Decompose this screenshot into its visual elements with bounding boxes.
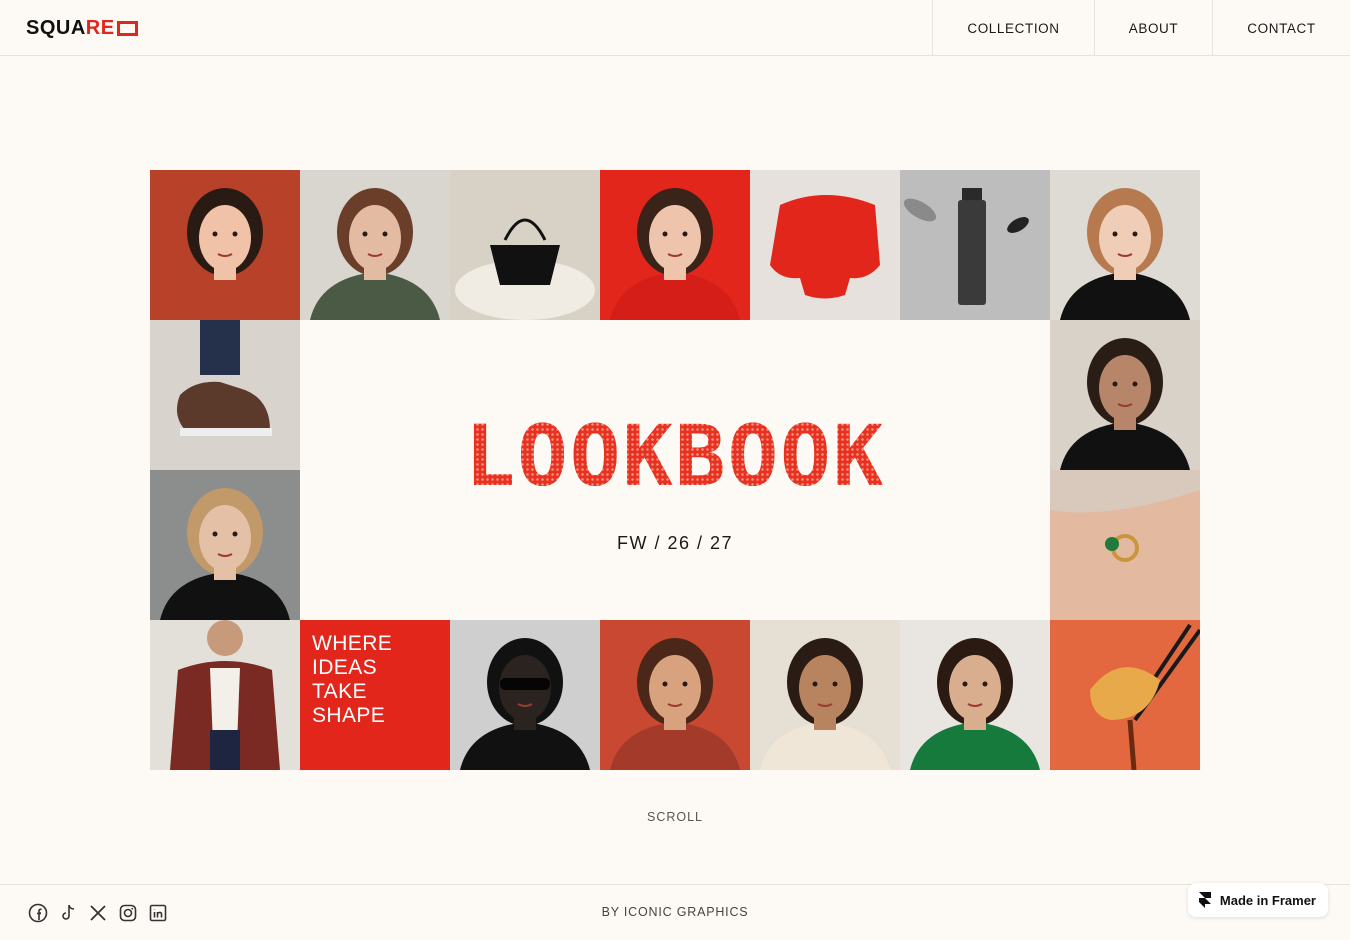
tile-dumpling-chopsticks-illustration bbox=[1090, 623, 1200, 770]
framer-logo-icon bbox=[1198, 892, 1211, 908]
made-in-framer-badge[interactable]: Made in Framer bbox=[1187, 883, 1328, 917]
tile-man-brocade-jacket-illustration bbox=[170, 620, 280, 770]
tile-woman-red-turtleneck-illustration bbox=[610, 188, 740, 320]
tile-floating-sneaker bbox=[150, 320, 300, 470]
main-nav: COLLECTION ABOUT CONTACT bbox=[932, 0, 1350, 56]
nav-about[interactable]: ABOUT bbox=[1094, 0, 1212, 56]
tile-perfume-bottle bbox=[900, 170, 1050, 320]
tile-woman-black-collar-illustration bbox=[1060, 338, 1190, 470]
tile-woman-glowing-skin bbox=[750, 620, 900, 770]
footer-byline[interactable]: BY ICONIC GRAPHICS bbox=[0, 905, 1350, 919]
tile-man-green-sweater bbox=[900, 620, 1050, 770]
framer-badge-label: Made in Framer bbox=[1219, 892, 1316, 908]
site-header: SQUA RE COLLECTION ABOUT CONTACT bbox=[0, 0, 1350, 56]
logo-square-icon bbox=[116, 20, 138, 36]
tile-woman-portrait-rust-illustration bbox=[160, 188, 290, 320]
hero-center: LOOKBOOK FW / 26 / 27 bbox=[300, 320, 1050, 620]
hero-title: LOOKBOOK bbox=[464, 406, 886, 505]
tile-black-handbag bbox=[450, 170, 600, 320]
tile-red-sweater-illustration bbox=[770, 195, 880, 299]
nav-collection[interactable]: COLLECTION bbox=[932, 0, 1094, 56]
tile-perfume-bottle-illustration bbox=[903, 188, 1029, 305]
scroll-indicator[interactable]: SCROLL bbox=[0, 810, 1350, 824]
tile-man-curly-rust-illustration bbox=[610, 638, 740, 770]
tile-man-brocade-jacket bbox=[150, 620, 300, 770]
tile-man-sunglasses bbox=[450, 620, 600, 770]
logo-text-dark: SQUA bbox=[26, 16, 86, 39]
tile-woman-black-blazer bbox=[1050, 170, 1200, 320]
nav-contact[interactable]: CONTACT bbox=[1212, 0, 1350, 56]
tagline-line: TAKE bbox=[312, 680, 367, 703]
tile-woman-red-turtleneck bbox=[600, 170, 750, 320]
tile-floating-sneaker-illustration bbox=[176, 320, 272, 436]
tagline-line: WHERE bbox=[312, 632, 393, 655]
tile-man-curly-rust bbox=[600, 620, 750, 770]
tile-man-black-coat-illustration bbox=[160, 488, 290, 620]
tile-woman-portrait-rust bbox=[150, 170, 300, 320]
tile-woman-green-coat bbox=[300, 170, 450, 320]
logo-text-red: RE bbox=[85, 16, 115, 39]
tile-woman-glowing-skin-illustration bbox=[760, 638, 890, 770]
lookbook-grid: LOOKBOOK FW / 26 / 27 bbox=[150, 170, 1200, 770]
tile-hand-ring bbox=[1050, 470, 1200, 620]
brand-logo[interactable]: SQUA RE bbox=[26, 16, 138, 40]
tile-woman-green-coat-illustration bbox=[310, 188, 440, 320]
tile-man-black-coat bbox=[150, 470, 300, 620]
site-footer: BY ICONIC GRAPHICS bbox=[0, 884, 1350, 940]
hero-title-wrap: LOOKBOOK bbox=[464, 386, 886, 505]
tile-man-sunglasses-illustration bbox=[460, 638, 590, 770]
tile-dumpling-chopsticks bbox=[1050, 620, 1200, 770]
tile-man-green-sweater-illustration bbox=[910, 638, 1040, 770]
hero-season: FW / 26 / 27 bbox=[616, 532, 734, 553]
tagline-line: SHAPE bbox=[312, 704, 386, 727]
tile-red-sweater bbox=[750, 170, 900, 320]
tile-woman-black-blazer-illustration bbox=[1060, 188, 1190, 320]
tagline: WHERE IDEAS TAKE SHAPE bbox=[312, 632, 392, 728]
tile-black-handbag-illustration bbox=[455, 218, 595, 320]
tile-hand-ring-illustration bbox=[1050, 490, 1200, 620]
tile-woman-black-collar bbox=[1050, 320, 1200, 470]
tagline-line: IDEAS bbox=[312, 656, 378, 679]
